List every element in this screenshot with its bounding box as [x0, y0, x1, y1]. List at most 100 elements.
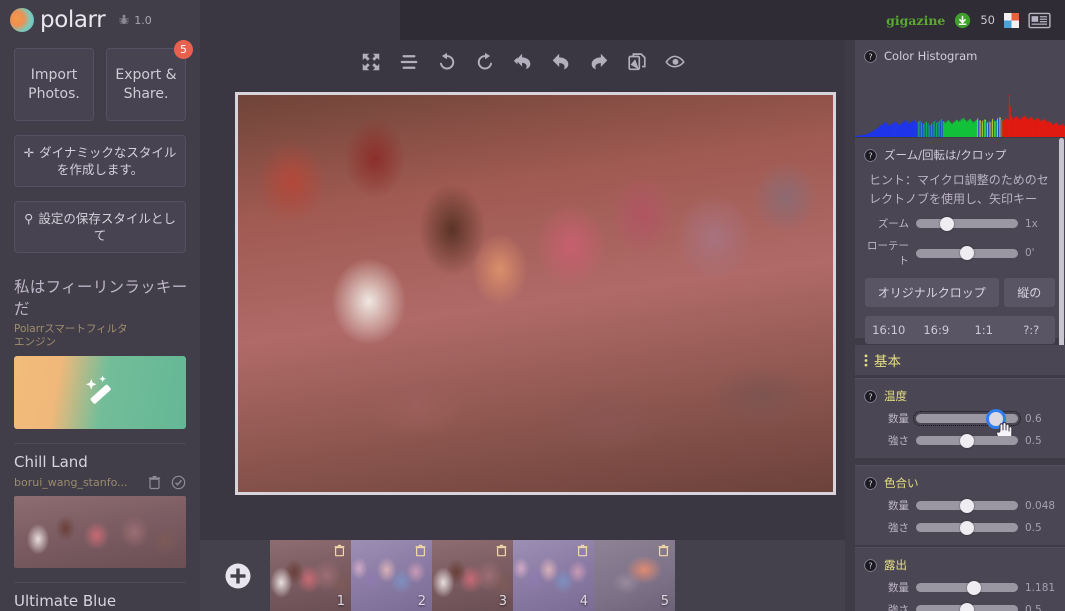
- panel-scrollbar[interactable]: [1059, 138, 1064, 366]
- add-photo-icon[interactable]: [224, 562, 252, 590]
- rotate-slider-row: ローテート 0': [855, 238, 1065, 268]
- export-share-button[interactable]: Export & Share. 5: [106, 40, 193, 121]
- filmstrip-thumb-5[interactable]: 5: [594, 540, 675, 611]
- exposure-header: ? 露出: [855, 548, 1065, 573]
- main-photo-canvas[interactable]: [235, 92, 836, 495]
- vertical-crop-button[interactable]: 縦の: [1003, 278, 1055, 307]
- rotate-right-icon[interactable]: [474, 51, 496, 73]
- compare-layers-icon[interactable]: [398, 51, 420, 73]
- temperature-strength-value: 0.5: [1025, 434, 1042, 447]
- temperature-amount-knob[interactable]: [988, 411, 1003, 426]
- trash-icon[interactable]: [414, 544, 427, 557]
- svg-text:?: ?: [868, 391, 872, 401]
- temperature-strength-knob[interactable]: [960, 433, 974, 448]
- tint-strength-row: 強さ 0.5: [855, 520, 1065, 535]
- ratio-16-10-button[interactable]: 16:10: [865, 316, 913, 344]
- aspect-ratio-row: 16:10 16:9 1:1 ?:?: [855, 307, 1065, 344]
- version-number: 1.0: [134, 13, 152, 27]
- color-histogram-chart: [855, 95, 1065, 137]
- help-circle-icon[interactable]: ?: [864, 476, 877, 490]
- exposure-amount-label: 数量: [888, 582, 909, 594]
- undo-icon[interactable]: [550, 51, 572, 73]
- duplicate-icon[interactable]: [626, 51, 648, 73]
- tint-amount-row: 数量 0.048: [855, 498, 1065, 513]
- eye-preview-icon[interactable]: [664, 51, 686, 73]
- trash-icon[interactable]: [657, 544, 670, 557]
- filmstrip-thumb-1[interactable]: 1: [270, 540, 351, 611]
- original-crop-button[interactable]: オリジナルクロップ: [865, 278, 999, 307]
- temperature-strength-track[interactable]: [916, 433, 1018, 448]
- style-thumbnail-image-0: [14, 496, 186, 568]
- tint-header: ? 色合い: [855, 466, 1065, 491]
- help-circle-icon[interactable]: ?: [864, 148, 877, 162]
- zoom-slider-knob[interactable]: [939, 216, 954, 231]
- exposure-amount-track[interactable]: [916, 580, 1018, 595]
- help-circle-icon[interactable]: ?: [864, 49, 877, 63]
- filmstrip-thumb-number-5: 5: [660, 594, 669, 609]
- save-style-button[interactable]: ⚲ 設定の保存スタイルとして: [14, 201, 186, 253]
- exposure-strength-knob[interactable]: [960, 602, 974, 611]
- rotate-left-icon[interactable]: [436, 51, 458, 73]
- exposure-amount-row: 数量 1.181: [855, 580, 1065, 595]
- trash-icon[interactable]: [576, 544, 589, 557]
- save-style-label: 設定の保存スタイルとして: [38, 211, 176, 243]
- create-dynamic-style-button[interactable]: ✛ ダイナミックなスタイルを作成します。: [14, 135, 186, 187]
- holi-festival-crowd-photo: [238, 95, 833, 492]
- style-thumbnail-0[interactable]: [14, 496, 186, 568]
- download-circle-icon[interactable]: [954, 12, 971, 29]
- temperature-amount-row: 数量 0.6: [855, 411, 1065, 444]
- plus-circle-icon: ✛: [23, 145, 35, 160]
- tint-strength-track[interactable]: [916, 520, 1018, 535]
- exposure-amount-value: 1.181: [1025, 581, 1056, 594]
- trash-icon[interactable]: [495, 544, 508, 557]
- exposure-strength-track[interactable]: [916, 602, 1018, 611]
- filmstrip-thumb-2[interactable]: 2: [351, 540, 432, 611]
- tint-amount-track[interactable]: [916, 498, 1018, 513]
- exposure-title: 露出: [884, 558, 907, 572]
- crop-card: ? ズーム/回転は/クロップ ヒント：マイクロ調整のためのセレクトノブを使用し、…: [855, 138, 1065, 344]
- bug-icon: [119, 14, 130, 25]
- tint-strength-knob[interactable]: [960, 520, 974, 535]
- polarr-photo-editor: polarr 1.0 Import Photos. Export & Share…: [0, 0, 1065, 611]
- rotate-slider-track[interactable]: [916, 246, 1018, 260]
- crop-header: ? ズーム/回転は/クロップ: [855, 138, 1065, 163]
- adjustment-tint: ? 色合い 数量 0.048 強さ 0.5: [855, 465, 1065, 545]
- style-name-1: Ultimate Blue: [14, 592, 117, 610]
- magic-wand-icon: [86, 375, 111, 404]
- magic-filter-card[interactable]: [14, 356, 186, 429]
- tint-title: 色合い: [884, 476, 919, 490]
- top-header-bar: gigazine 50: [845, 0, 1065, 40]
- color-swatch-icon[interactable]: [1004, 12, 1019, 28]
- trash-icon[interactable]: [333, 544, 346, 557]
- help-circle-icon[interactable]: ?: [864, 389, 877, 403]
- filmstrip-thumb-3[interactable]: 3: [432, 540, 513, 611]
- svg-text:?: ?: [868, 51, 872, 61]
- right-adjustments-panel: gigazine 50 ? Color Histogram ? ズーム/回転は/…: [845, 0, 1065, 611]
- rotate-value: 0': [1025, 247, 1035, 259]
- tint-strength-label: 強さ: [888, 522, 909, 534]
- rotate-slider-knob[interactable]: [960, 246, 974, 260]
- temperature-amount-label: 数量: [888, 413, 909, 425]
- ratio-16-9-button[interactable]: 16:9: [912, 316, 960, 344]
- temperature-amount-track[interactable]: [913, 411, 1021, 444]
- drag-handle-icon[interactable]: [864, 353, 868, 367]
- tint-amount-knob[interactable]: [960, 498, 974, 513]
- import-photos-button[interactable]: Import Photos.: [14, 48, 94, 121]
- gigazine-label: gigazine: [886, 12, 946, 28]
- temperature-strength-label: 強さ: [888, 435, 909, 447]
- filmstrip-thumb-4[interactable]: 4: [513, 540, 594, 611]
- trash-icon[interactable]: [147, 475, 162, 490]
- help-circle-icon[interactable]: ?: [864, 558, 877, 572]
- ratio-1-1-button[interactable]: 1:1: [960, 316, 1008, 344]
- redo-icon[interactable]: [588, 51, 610, 73]
- exposure-amount-knob[interactable]: [967, 580, 982, 595]
- style-name-0: Chill Land: [14, 453, 88, 471]
- zoom-slider-track[interactable]: [916, 216, 1018, 231]
- news-reader-icon[interactable]: [1028, 12, 1051, 29]
- undo-all-icon[interactable]: [512, 51, 534, 73]
- filmstrip: 1 2 3 4 5: [200, 540, 845, 611]
- basic-section-header[interactable]: 基本: [855, 345, 1065, 375]
- fullscreen-expand-icon[interactable]: [360, 51, 382, 73]
- check-circle-icon[interactable]: [171, 475, 186, 490]
- ratio-custom-button[interactable]: ?:?: [1007, 316, 1055, 344]
